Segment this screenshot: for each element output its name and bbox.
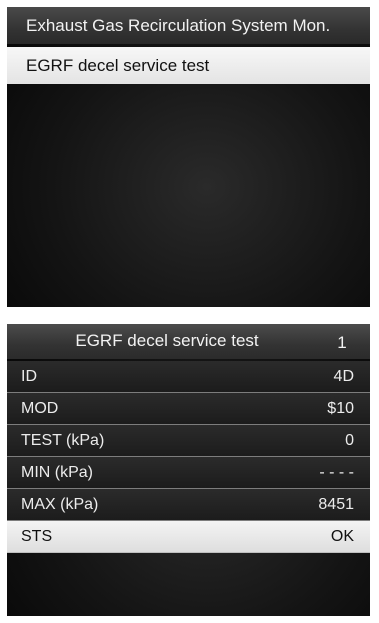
- table-row-max[interactable]: MAX (kPa) 8451: [7, 489, 370, 521]
- table-row-test[interactable]: TEST (kPa) 0: [7, 425, 370, 457]
- results-title: EGRF decel service test: [75, 331, 259, 350]
- test-results-screen: EGRF decel service test 1 ID 4D MOD $10 …: [7, 324, 370, 616]
- row-label: MAX (kPa): [21, 496, 99, 513]
- row-value: 0: [345, 432, 354, 449]
- table-row-sts[interactable]: STS OK: [7, 521, 370, 553]
- row-label: TEST (kPa): [21, 432, 105, 449]
- screen-title: Exhaust Gas Recirculation System Mon.: [7, 7, 370, 44]
- table-row-min[interactable]: MIN (kPa) - - - -: [7, 457, 370, 489]
- results-table: ID 4D MOD $10 TEST (kPa) 0 MIN (kPa) - -…: [7, 361, 370, 553]
- row-value: 8451: [318, 496, 354, 513]
- row-label: ID: [21, 368, 37, 385]
- monitor-menu-screen: Exhaust Gas Recirculation System Mon. EG…: [7, 7, 370, 307]
- row-value: $10: [327, 400, 354, 417]
- row-value: - - - -: [319, 464, 354, 481]
- row-value: OK: [330, 528, 354, 545]
- row-value: 4D: [333, 368, 354, 385]
- row-label: MIN (kPa): [21, 464, 93, 481]
- menu-item-egrf-decel-service-test[interactable]: EGRF decel service test: [7, 47, 370, 84]
- row-label: STS: [21, 528, 53, 545]
- table-row-id[interactable]: ID 4D: [7, 361, 370, 393]
- page-number: 1: [337, 333, 347, 352]
- results-header: EGRF decel service test 1: [7, 324, 370, 359]
- row-label: MOD: [21, 400, 59, 417]
- table-row-mod[interactable]: MOD $10: [7, 393, 370, 425]
